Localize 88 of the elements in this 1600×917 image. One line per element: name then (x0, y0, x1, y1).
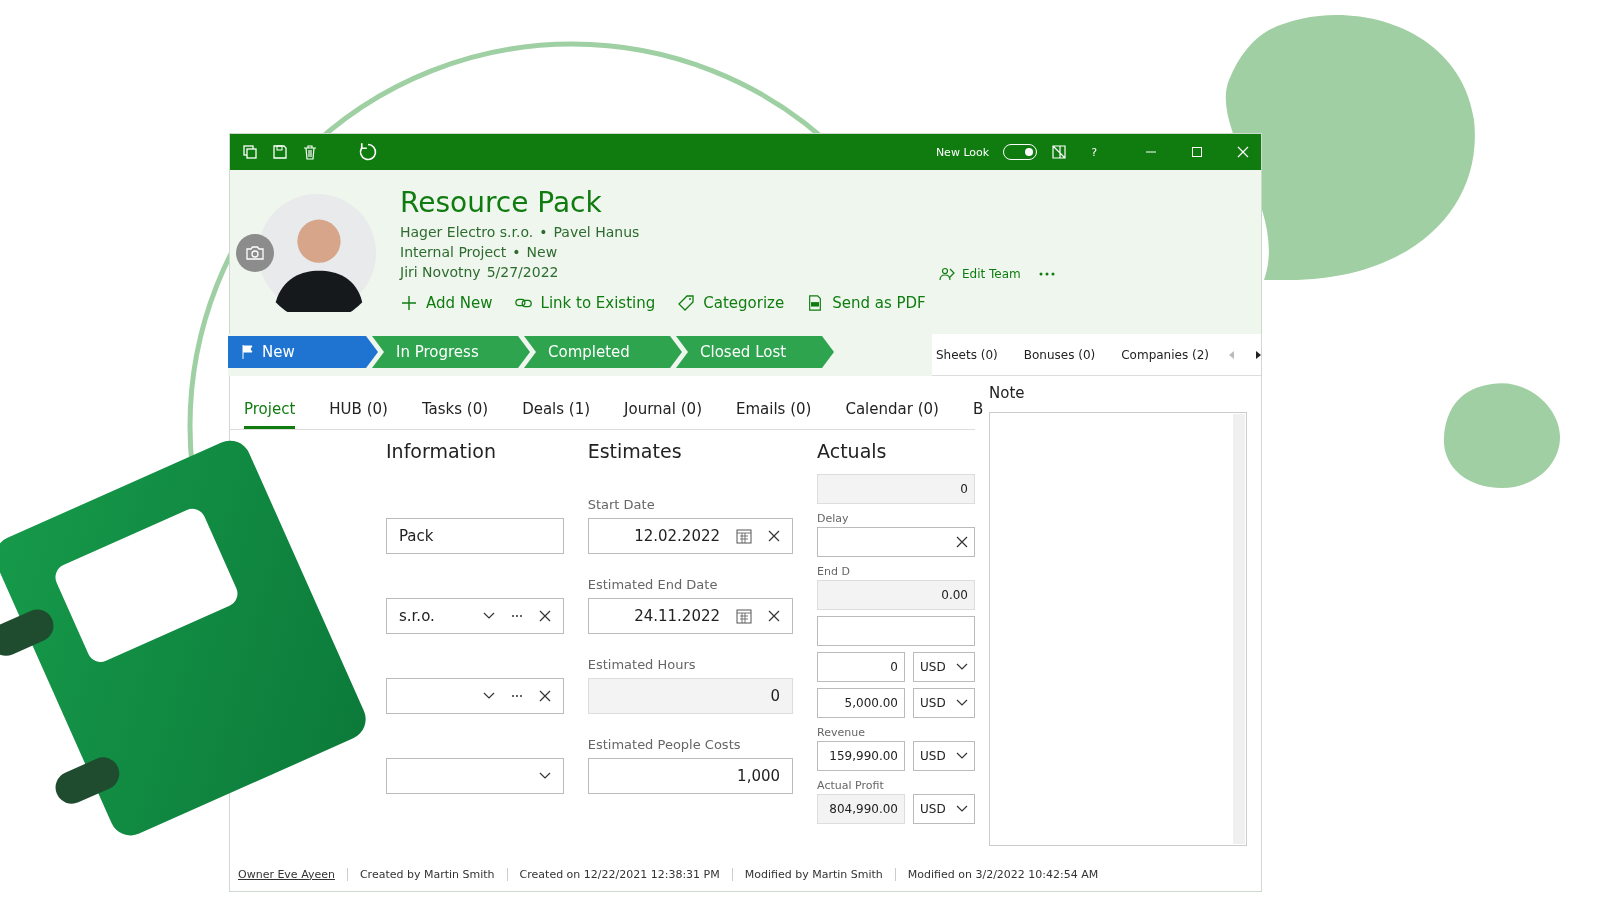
status-text: Created by Martin Smith (346, 867, 507, 881)
refresh-icon[interactable] (358, 142, 378, 162)
edit-team-button[interactable]: Edit Team (938, 266, 1021, 282)
side-tab[interactable]: Sheets (0) (935, 347, 998, 362)
help-button[interactable]: ? (1091, 145, 1097, 159)
input-field[interactable] (386, 678, 564, 714)
more-icon[interactable] (1038, 272, 1055, 276)
tab[interactable]: Project (244, 400, 296, 429)
field-label: Revenue (817, 726, 866, 739)
tab[interactable]: Deals (1) (522, 400, 591, 429)
note-label: Note (989, 384, 1026, 402)
input-field[interactable]: 1,000 (587, 758, 794, 794)
field-label: Start Date (587, 497, 656, 512)
input-field[interactable]: 0.00 (817, 580, 975, 610)
field-label: Actual Profit (817, 779, 885, 792)
field-label: Estimated Hours (587, 657, 697, 672)
input-field[interactable] (817, 527, 975, 557)
input-field[interactable]: Pack (386, 518, 564, 554)
input-field[interactable] (817, 616, 975, 646)
currency-dropdown[interactable]: USD (913, 794, 975, 824)
tab[interactable]: HUB (0) (329, 400, 388, 429)
maximize-icon[interactable] (1191, 146, 1203, 158)
side-tab[interactable]: Companies (2) (1121, 347, 1209, 362)
layout-icon[interactable] (1051, 144, 1068, 160)
section-heading: Actuals (817, 440, 888, 462)
currency-dropdown[interactable]: USD (913, 741, 975, 771)
separator-dot: • (512, 243, 521, 262)
flag-icon (242, 345, 254, 359)
copy-icon[interactable] (242, 144, 258, 160)
company-text: Hager Electro s.r.o. (400, 223, 534, 242)
input-field[interactable]: 0 (587, 678, 794, 714)
tab[interactable]: Emails (0) (736, 400, 812, 429)
clear-icon (538, 690, 551, 702)
close-icon[interactable] (1237, 146, 1249, 158)
contact-text: Pavel Hanus (553, 223, 640, 242)
section-heading: Information (386, 440, 497, 462)
action-button[interactable]: Categorize (677, 294, 785, 312)
tag-icon (677, 295, 696, 311)
note-field[interactable] (989, 412, 1247, 846)
currency-dropdown[interactable]: USD (913, 688, 975, 718)
scroll-right-icon[interactable] (1255, 350, 1261, 359)
status-text: Modified by Martin Smith (731, 867, 895, 881)
field-label: Delay (817, 512, 850, 525)
tab[interactable]: Journal (0) (624, 400, 702, 429)
input-field[interactable]: 5,000.00 (817, 688, 905, 718)
field-label: Estimated End Date (587, 577, 719, 592)
input-field[interactable]: 804,990.00 (817, 794, 905, 824)
field-label: Estimated People Costs (587, 737, 742, 752)
status-text: New (526, 243, 558, 262)
tab[interactable]: Calendar (0) (845, 400, 939, 429)
owner-text: Jiri Novotny (400, 263, 481, 282)
separator-dot: • (539, 223, 548, 242)
clear-icon (768, 530, 781, 542)
status-text: Created on 12/22/2021 12:38:31 PM (506, 867, 732, 881)
action-button[interactable]: Add New (400, 294, 493, 312)
record-title: Resource Pack (400, 185, 603, 221)
date-text: 5/27/2022 (486, 263, 559, 282)
owner-link[interactable]: Owner Eve Ayeen (238, 867, 347, 881)
camera-icon (245, 245, 265, 261)
calendar-icon (736, 608, 753, 624)
clear-icon (956, 536, 968, 548)
plus-icon (400, 295, 418, 311)
input-field[interactable]: 0 (817, 652, 905, 682)
input-field[interactable]: 24.11.2022 (587, 598, 794, 634)
save-icon[interactable] (272, 144, 288, 160)
input-field[interactable]: 159,990.00 (817, 741, 905, 771)
action-button[interactable]: Send as PDF (806, 294, 926, 312)
action-button[interactable]: Link to Existing (514, 294, 656, 312)
project-type-text: Internal Project (400, 243, 507, 262)
currency-dropdown[interactable]: USD (913, 652, 975, 682)
input-field[interactable]: s.r.o. (386, 598, 564, 634)
calendar-icon (736, 528, 753, 544)
clear-icon (538, 610, 551, 622)
stage-step[interactable]: New (228, 336, 378, 368)
input-field[interactable]: 12.02.2022 (587, 518, 794, 554)
input-field[interactable]: 0 (817, 474, 975, 504)
new-look-label: New Look (935, 145, 990, 159)
side-tab[interactable]: Bonuses (0) (1023, 347, 1096, 362)
input-field[interactable] (386, 758, 564, 794)
section-heading: Estimates (587, 440, 683, 462)
clear-icon (768, 610, 781, 622)
field-label: End D (817, 565, 851, 578)
people-icon (938, 266, 956, 282)
tab[interactable]: B (972, 400, 984, 429)
tab[interactable]: Tasks (0) (421, 400, 489, 429)
camera-button[interactable] (236, 234, 274, 272)
status-text: Modified on 3/2/2022 10:42:54 AM (894, 867, 1111, 881)
trash-icon[interactable] (302, 144, 318, 160)
